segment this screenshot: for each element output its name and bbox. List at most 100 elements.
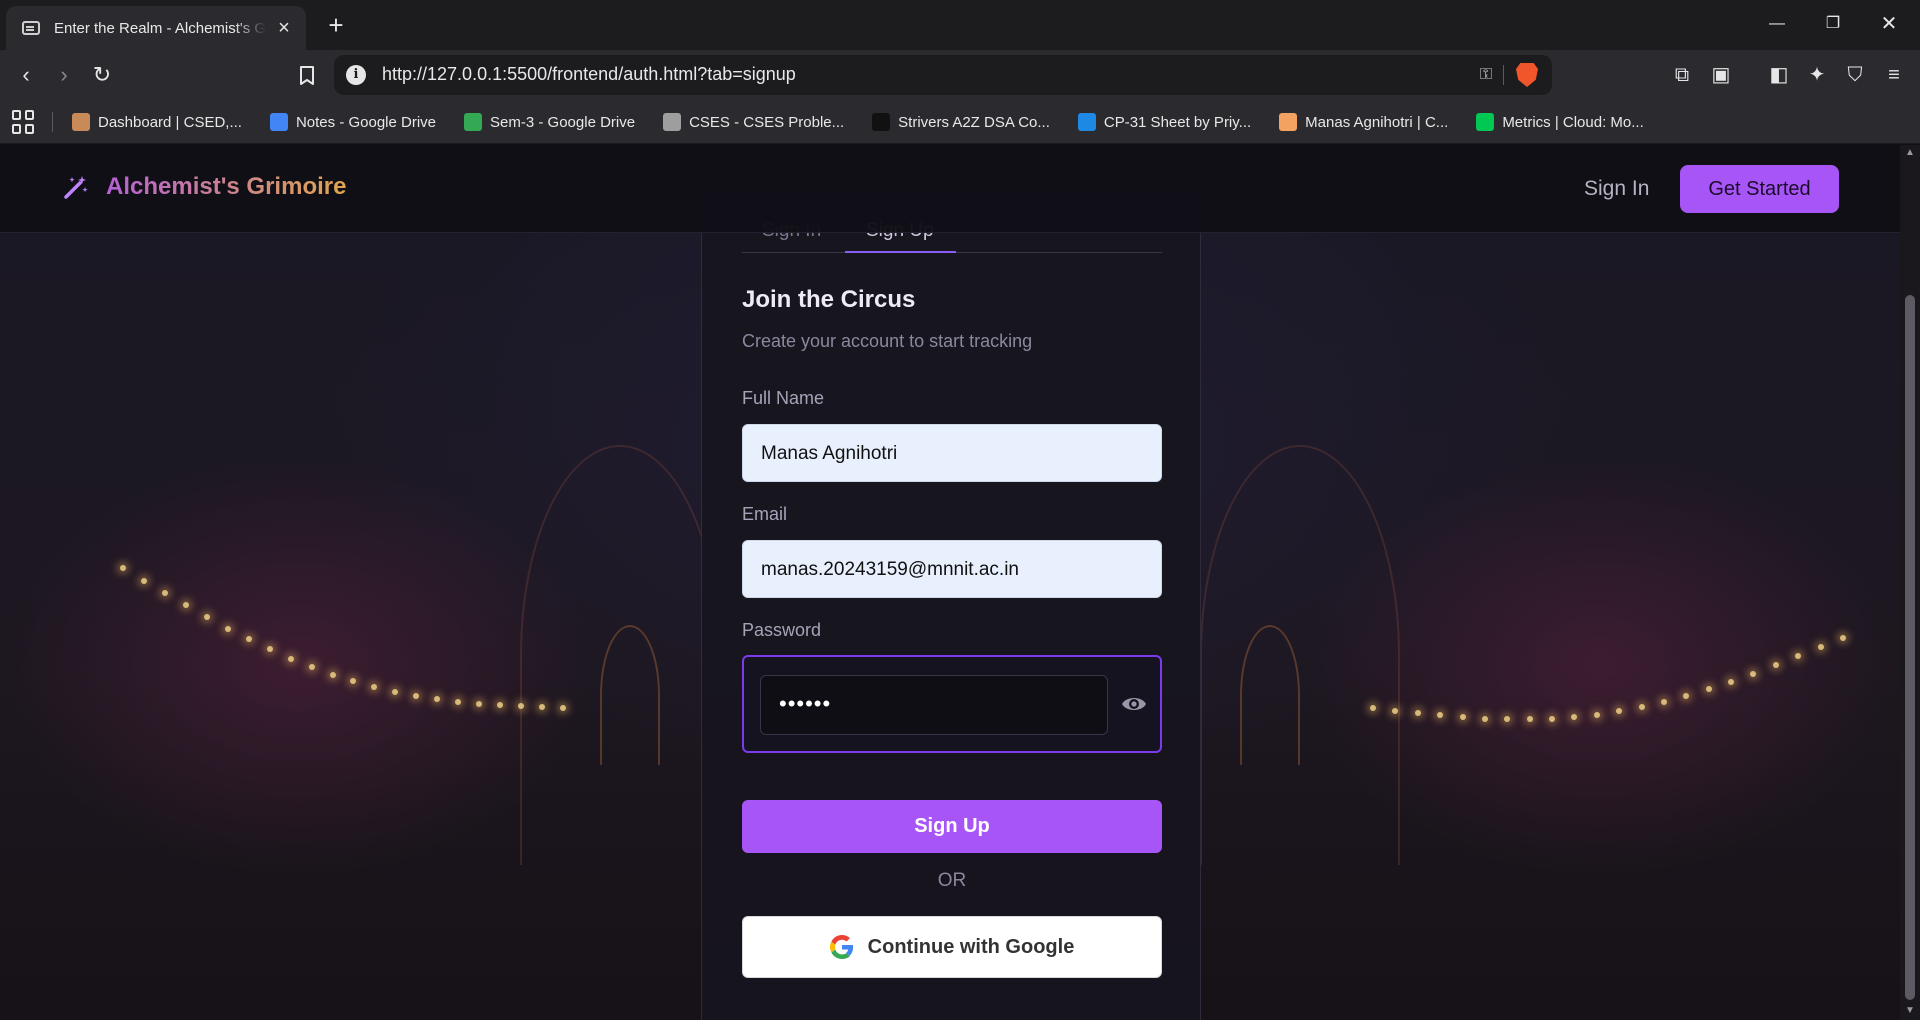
bookmark-label: Notes - Google Drive (295, 113, 437, 131)
password-field[interactable]: •••••• (760, 675, 1108, 735)
bookmark-label: Manas Agnihotri | C... (1305, 113, 1449, 131)
new-tab-button[interactable]: + (320, 10, 352, 42)
page-scrollbar[interactable]: ▲ ▼ (1900, 145, 1920, 1020)
bookmark-item[interactable]: CSES - CSES Proble... (663, 113, 844, 131)
site-info-icon[interactable]: i (346, 65, 366, 85)
light-bulb (1683, 692, 1690, 699)
fullname-field[interactable]: Manas Agnihotri (742, 424, 1162, 482)
sign-up-button[interactable]: Sign Up (742, 800, 1162, 853)
minimize-button[interactable]: — (1754, 8, 1800, 40)
light-bulb (1593, 711, 1600, 718)
form-title: Join the Circus (742, 286, 916, 313)
scroll-down-icon[interactable]: ▼ (1904, 1005, 1916, 1016)
form-subtitle: Create your account to start tracking (742, 331, 1033, 351)
bookmark-page-icon[interactable] (292, 59, 322, 91)
light-bulb (1638, 703, 1645, 710)
bookmark-favicon-icon (663, 113, 682, 131)
light-bulb (455, 698, 462, 705)
browser-tab-active[interactable]: Enter the Realm - Alchemist's Grimoire × (6, 6, 306, 50)
bookmark-label: CP-31 Sheet by Priy... (1103, 113, 1252, 131)
brave-shields-icon[interactable] (1516, 63, 1538, 87)
bookmark-item[interactable]: Dashboard | CSED,... (72, 113, 242, 131)
light-bulb (1504, 716, 1511, 723)
bookmark-item[interactable]: Strivers A2Z DSA Co... (872, 113, 1050, 131)
address-bar[interactable]: i http://127.0.0.1:5500/frontend/auth.ht… (334, 55, 1552, 95)
scroll-up-icon[interactable]: ▲ (1904, 147, 1916, 158)
wallet-icon[interactable]: ▣ (1709, 63, 1733, 87)
bookmarks-divider (52, 112, 53, 132)
light-bulb (266, 646, 273, 653)
bookmark-item[interactable]: Sem-3 - Google Drive (464, 113, 635, 131)
page-viewport: Alchemist's Grimoire Sign In Get Started… (0, 145, 1900, 1020)
bookmark-item[interactable]: CP-31 Sheet by Priy... (1077, 113, 1252, 131)
bookmark-favicon-icon (1077, 113, 1096, 131)
extensions-icon[interactable]: ⧉ (1670, 63, 1694, 87)
light-bulb (182, 602, 189, 609)
password-label: Password (742, 620, 822, 640)
bookmark-item[interactable]: Manas Agnihotri | C... (1279, 113, 1448, 131)
password-key-icon[interactable]: ⚿ (1480, 66, 1492, 84)
background-window (600, 625, 660, 765)
google-sign-in-button[interactable]: Continue with Google (742, 916, 1162, 978)
light-bulb (392, 688, 399, 695)
get-started-button[interactable]: Get Started (1680, 165, 1839, 213)
bookmarks-bar: Dashboard | CSED,... Notes - Google Drive… (0, 100, 1920, 144)
tab-title: Enter the Realm - Alchemist's Grimoire (54, 19, 266, 37)
nav-sign-in-link[interactable]: Sign In (1584, 177, 1649, 201)
active-tab-indicator (845, 251, 956, 253)
apps-grid-icon[interactable] (12, 110, 36, 134)
leo-ai-icon[interactable]: ✦ (1805, 63, 1829, 87)
light-bulb (413, 692, 420, 699)
bookmark-item[interactable]: Metrics | Cloud: Mo... (1476, 113, 1644, 131)
brand-name[interactable]: Alchemist's Grimoire (106, 173, 346, 201)
url-text[interactable]: http://127.0.0.1:5500/frontend/auth.html… (382, 64, 796, 85)
close-tab-icon[interactable]: × (274, 17, 294, 40)
google-icon (829, 935, 853, 959)
google-button-label: Continue with Google (867, 935, 1075, 958)
site-navbar: Alchemist's Grimoire Sign In Get Started (0, 145, 1900, 233)
light-bulb (1481, 715, 1488, 722)
bookmark-label: Metrics | Cloud: Mo... (1502, 113, 1644, 131)
bookmark-favicon-icon (269, 113, 288, 131)
bookmark-label: CSES - CSES Proble... (689, 113, 845, 131)
bookmark-label: Dashboard | CSED,... (98, 113, 242, 131)
close-window-button[interactable]: ✕ (1866, 8, 1912, 40)
light-bulb (476, 700, 483, 707)
light-bulb (1370, 705, 1376, 711)
fullname-label: Full Name (742, 388, 825, 408)
menu-icon[interactable]: ≡ (1882, 63, 1906, 87)
background-arch (1200, 445, 1400, 865)
light-bulb (1840, 635, 1846, 641)
light-bulb (1459, 714, 1466, 721)
light-bulb (1817, 644, 1824, 651)
bookmark-label: Strivers A2Z DSA Co... (898, 113, 1050, 131)
bookmark-favicon-icon (872, 113, 891, 131)
email-field[interactable]: manas.20243159@mnnit.ac.in (742, 540, 1162, 598)
light-bulb (1414, 710, 1421, 717)
light-bulb (1526, 716, 1533, 723)
light-bulb (1772, 662, 1779, 669)
light-bulb (161, 590, 168, 597)
bookmark-label: Sem-3 - Google Drive (490, 113, 636, 131)
or-divider: OR (937, 870, 967, 891)
omnibox-divider (1503, 65, 1504, 85)
auth-card: Sign In Sign Up Join the Circus Create y… (701, 185, 1201, 1020)
bookmark-favicon-icon (72, 113, 90, 131)
restore-button[interactable]: ❐ (1810, 8, 1856, 40)
light-bulb (1705, 686, 1712, 693)
scrollbar-thumb[interactable] (1905, 295, 1915, 1000)
forward-button[interactable]: › (48, 59, 80, 91)
vpn-shield-icon[interactable]: ⛉ (1843, 63, 1867, 87)
background-window (1240, 625, 1300, 765)
sidebar-icon[interactable]: ◧ (1767, 63, 1791, 87)
back-button[interactable]: ‹ (10, 59, 42, 91)
eye-icon[interactable] (1121, 693, 1147, 715)
email-label: Email (742, 504, 788, 524)
light-bulb (203, 614, 210, 621)
light-bulb (371, 683, 378, 690)
bookmark-favicon-icon (1476, 113, 1495, 131)
light-bulb (1750, 670, 1757, 677)
light-bulb (120, 565, 126, 571)
reload-button[interactable]: ↻ (86, 59, 118, 91)
bookmark-item[interactable]: Notes - Google Drive (269, 113, 437, 131)
